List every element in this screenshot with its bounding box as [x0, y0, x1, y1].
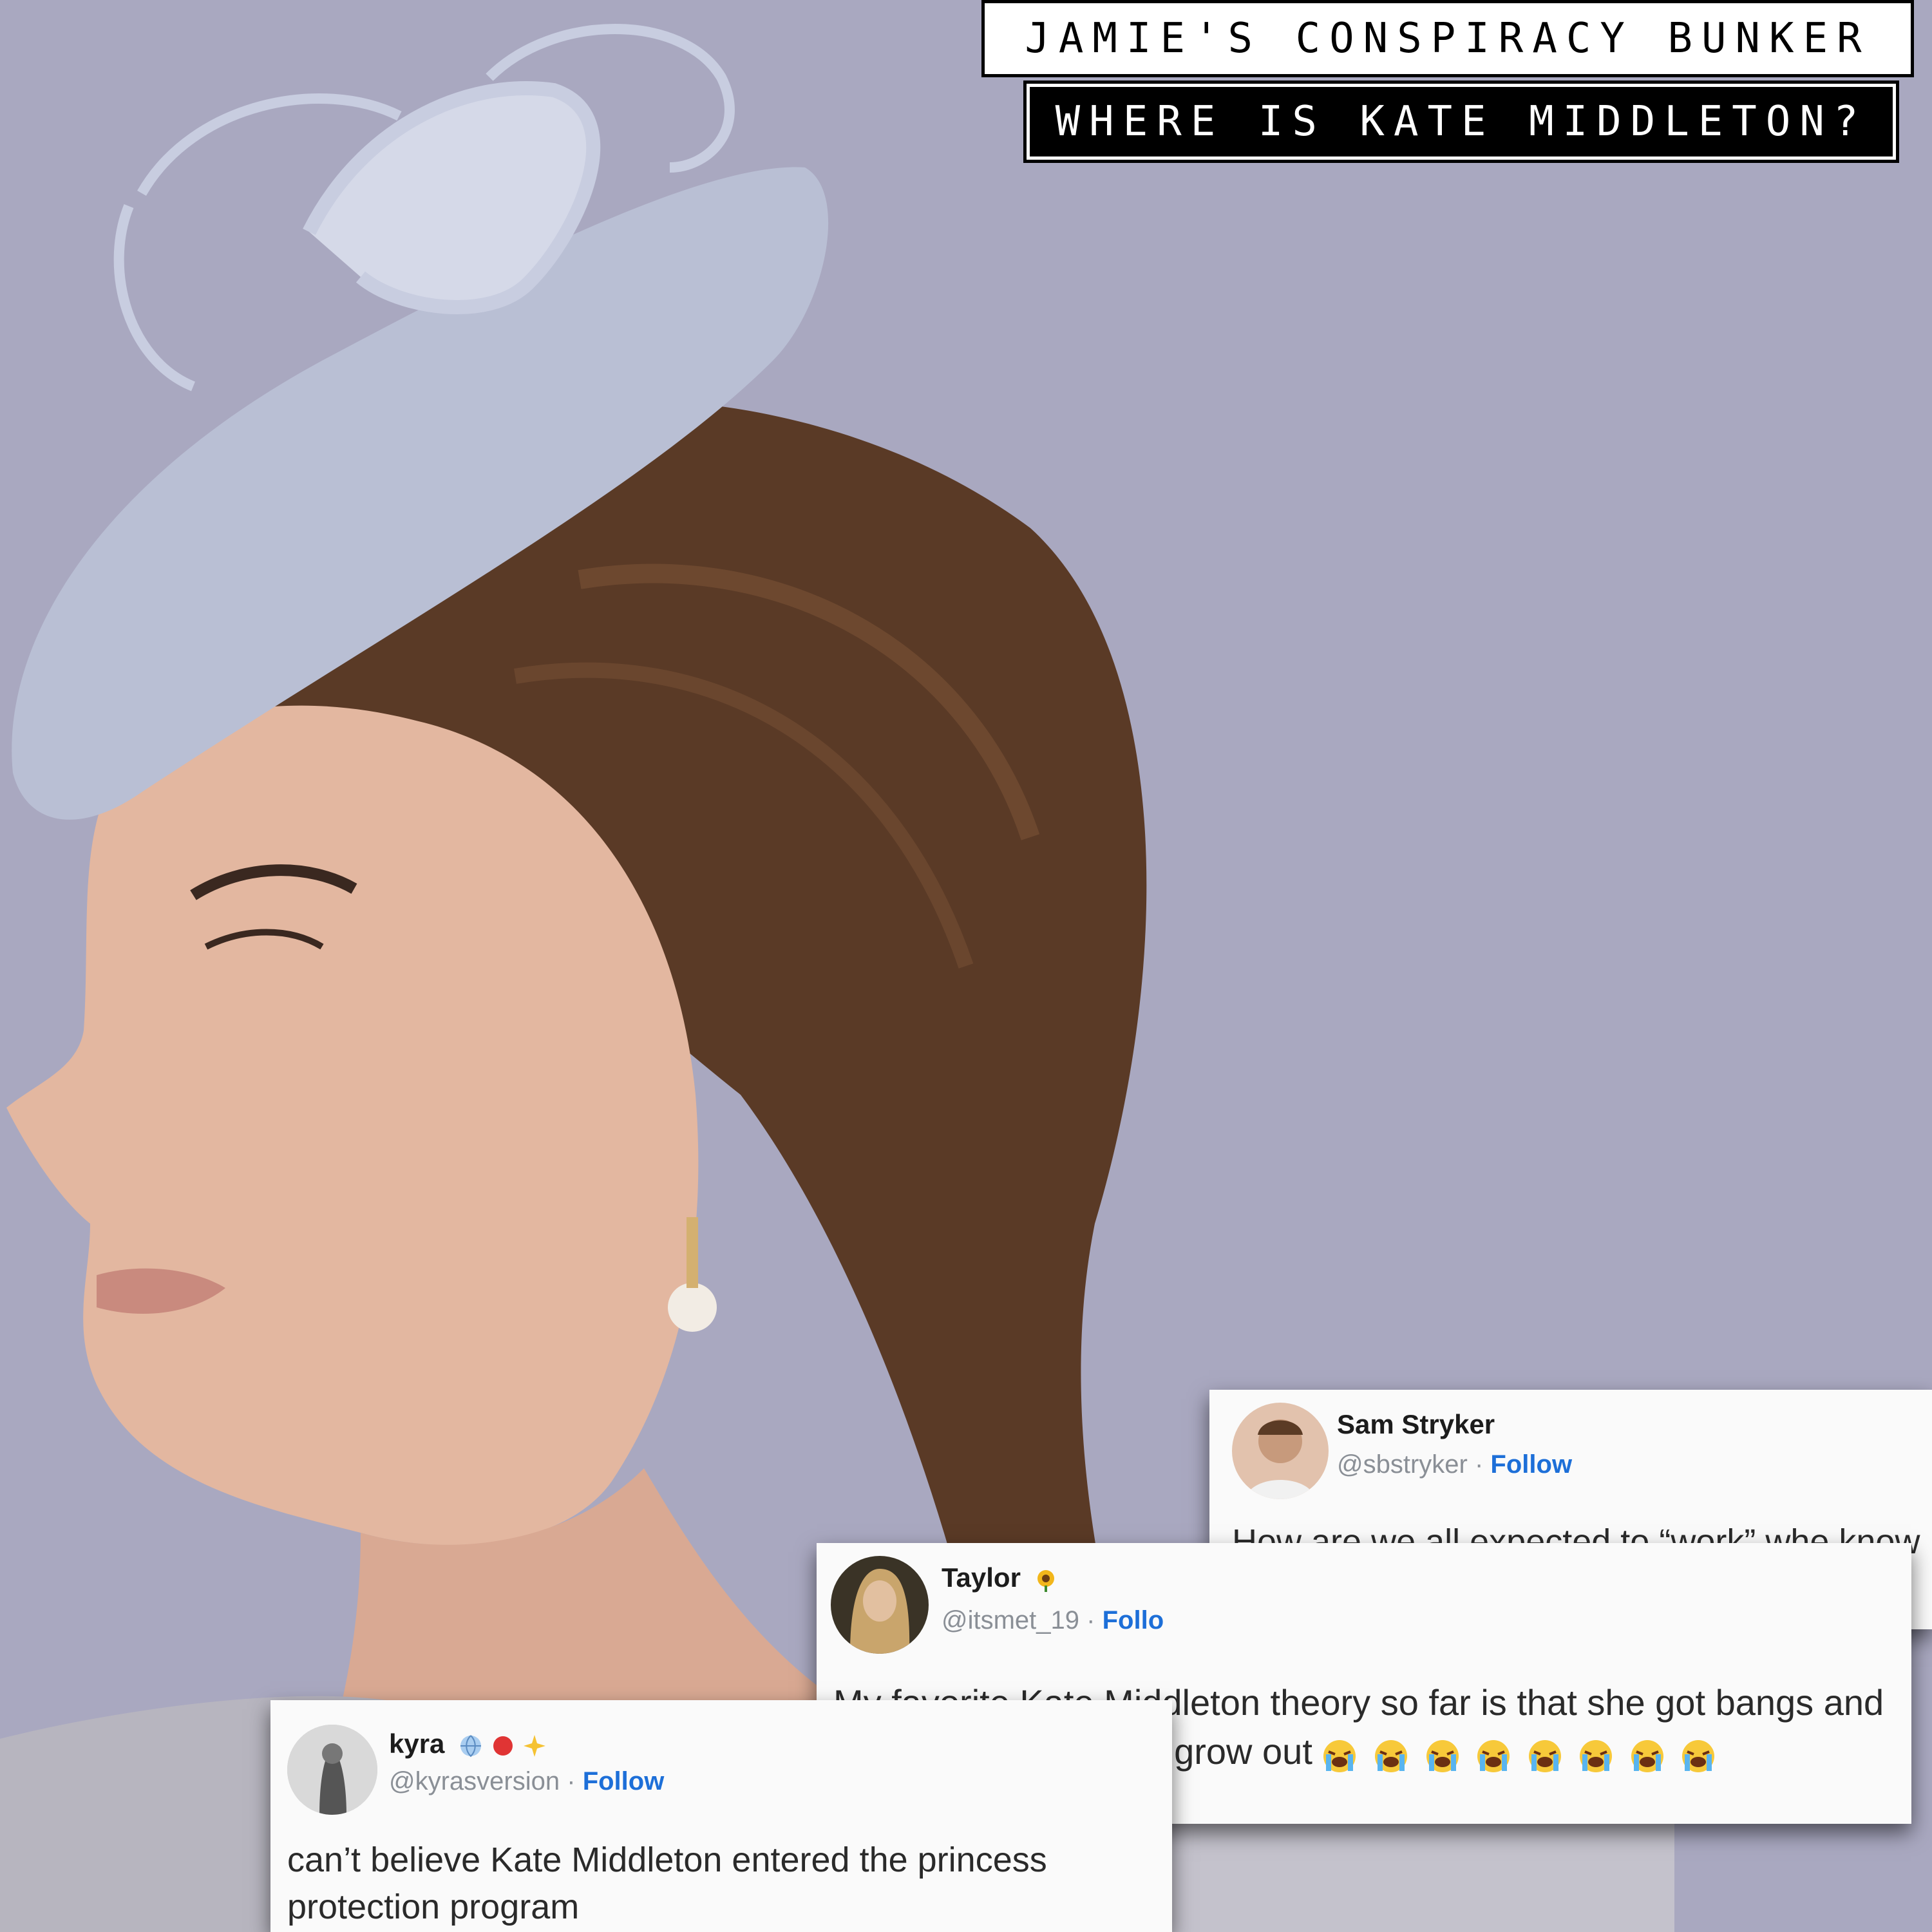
tweet-author-name[interactable]: Taylor: [942, 1562, 1058, 1593]
loudly-crying-face-icon: [1425, 1737, 1460, 1772]
loudly-crying-face-icon: [1476, 1737, 1511, 1772]
loudly-crying-face-icon: [1681, 1737, 1716, 1772]
tweet-author-name[interactable]: kyra: [389, 1728, 547, 1759]
tweet-author-name-text: Taylor: [942, 1562, 1021, 1593]
page-subtitle: WHERE IS KATE MIDDLETON?: [1023, 80, 1899, 163]
sunflower-icon: [1034, 1567, 1058, 1592]
tweet-handle-line: @itsmet_19 · Follo: [942, 1606, 1164, 1635]
tweet-handle[interactable]: @sbstryker: [1337, 1450, 1468, 1479]
globe-icon: [459, 1734, 483, 1758]
page-title: JAMIE'S CONSPIRACY BUNKER: [981, 0, 1914, 77]
follow-button[interactable]: Follow: [583, 1767, 665, 1795]
tweet-text: can’t believe Kate Middleton entered the…: [287, 1841, 1047, 1926]
follow-button[interactable]: Follow: [1490, 1450, 1572, 1479]
tweet-author-name-text: kyra: [389, 1728, 445, 1759]
tweet-handle[interactable]: @itsmet_19: [942, 1606, 1079, 1634]
follow-button[interactable]: Follo: [1103, 1606, 1164, 1634]
loudly-crying-face-icon: [1630, 1737, 1665, 1772]
avatar[interactable]: [287, 1725, 377, 1815]
sparkles-icon: [522, 1734, 547, 1758]
avatar[interactable]: [1232, 1403, 1329, 1499]
loudly-crying-face-icon: [1374, 1737, 1408, 1772]
tweet-card: kyra @kyrasversion · Follow can’t believ…: [270, 1700, 1172, 1932]
red-circle-icon: [491, 1734, 515, 1758]
avatar[interactable]: [831, 1556, 929, 1654]
loudly-crying-face-icon: [1528, 1737, 1562, 1772]
separator-dot: ·: [567, 1767, 583, 1795]
loudly-crying-face-icon: [1578, 1737, 1613, 1772]
pearl-earring: [668, 1283, 717, 1332]
tweet-handle-line: @sbstryker · Follow: [1337, 1450, 1572, 1479]
separator-dot: ·: [1474, 1450, 1491, 1479]
tweet-author-name[interactable]: Sam Stryker: [1337, 1409, 1495, 1440]
tweet-handle[interactable]: @kyrasversion: [389, 1767, 560, 1795]
loudly-crying-face-icon: [1322, 1737, 1357, 1772]
tweet-handle-line: @kyrasversion · Follow: [389, 1767, 664, 1796]
crying-emoji-group: [1322, 1727, 1722, 1776]
separator-dot: ·: [1086, 1606, 1103, 1634]
